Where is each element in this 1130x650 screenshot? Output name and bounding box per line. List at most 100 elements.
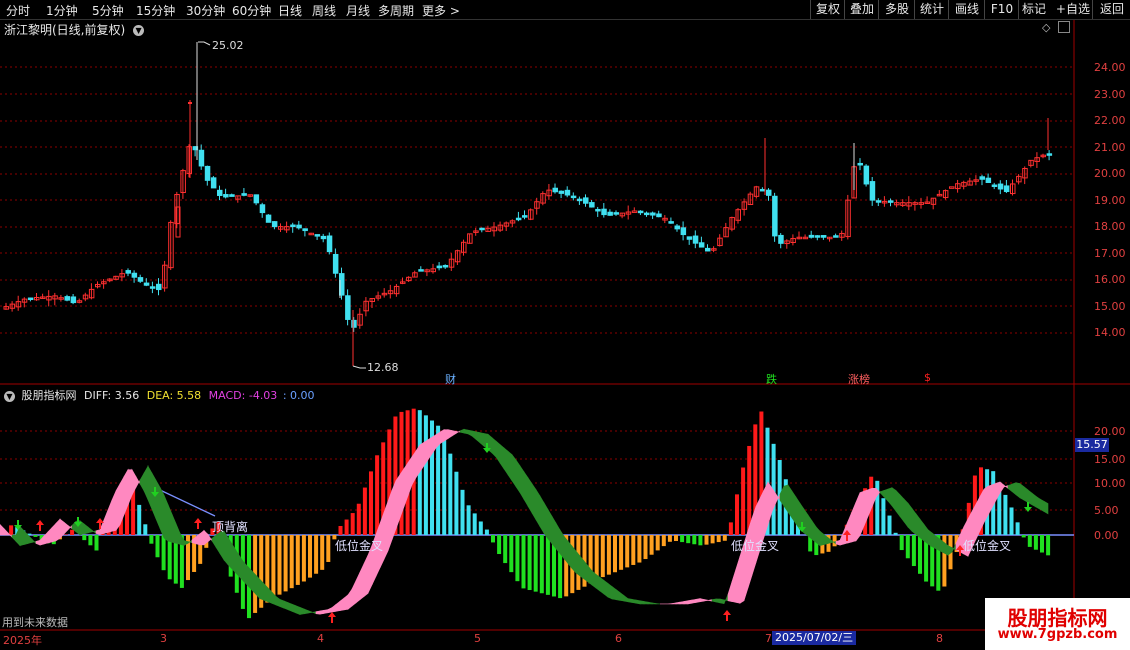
macd-ribbon-segment (43, 531, 49, 545)
macd-ribbon-segment (675, 601, 681, 605)
macd-bar (88, 535, 93, 546)
macd-ribbon-segment (811, 519, 817, 544)
macd-ribbon-segment (463, 428, 469, 435)
macd-ribbon-segment (291, 603, 297, 614)
macd-ribbon-segment (235, 549, 241, 579)
macd-ribbon-segment (287, 602, 293, 612)
macd-ribbon-segment (391, 480, 397, 540)
macd-bar (295, 535, 300, 585)
macd-ribbon-segment (627, 598, 633, 603)
macd-ribbon-segment (115, 482, 121, 532)
macd-ribbon-segment (507, 450, 513, 482)
macd-bar (448, 453, 453, 535)
macd-ribbon-segment (331, 603, 337, 613)
macd-bar (143, 524, 148, 535)
macd-bar (515, 535, 520, 582)
ind-tick-20: 20.00 (1094, 425, 1126, 438)
macd-ribbon-segment (471, 430, 477, 441)
macd-ribbon-segment (791, 490, 797, 525)
chevron-down-icon[interactable]: ▼ (4, 390, 15, 402)
macd-ribbon-segment (835, 539, 841, 546)
event-dollar[interactable]: $ (922, 371, 933, 384)
macd-ribbon-segment (979, 489, 985, 531)
macd-ribbon-segment (139, 472, 145, 492)
macd-ribbon-segment (275, 595, 281, 607)
candle-body (265, 214, 272, 223)
macd-bar (277, 535, 282, 595)
extra-value: : 0.00 (282, 389, 315, 402)
macd-ribbon-segment (719, 598, 725, 605)
macd-bar (478, 521, 483, 535)
kline-chart[interactable]: 25.02 12.68 (0, 0, 1130, 650)
macd-ribbon-segment (547, 508, 553, 545)
macd-ribbon-segment (943, 541, 949, 556)
indicator-title[interactable]: ▼ 股朋指标网 DIFF: 3.56 DEA: 5.58 MACD: -4.03… (4, 387, 315, 403)
candle-body (302, 228, 308, 232)
macd-bar (1015, 522, 1020, 535)
candle-body (204, 165, 211, 181)
macd-ribbon-segment (643, 601, 649, 605)
macd-ribbon-segment (851, 502, 857, 543)
macd-ribbon-segment (63, 521, 69, 535)
macd-bar (161, 535, 166, 571)
macd-bar (619, 535, 624, 570)
macd-ribbon-segment (503, 447, 509, 476)
macd-ribbon-segment (283, 600, 289, 611)
macd-bar (637, 535, 642, 563)
macd-ribbon-segment (279, 598, 285, 609)
macd-ribbon-segment (0, 523, 5, 536)
macd-ribbon-segment (683, 600, 689, 605)
macd-ribbon-segment (251, 570, 257, 596)
x-label-5: 5 (474, 632, 481, 645)
event-drop[interactable]: 跌 (764, 371, 779, 387)
candle-body (674, 225, 680, 230)
candle-body (332, 253, 339, 274)
y-tick-17: 17.00 (1094, 247, 1126, 260)
macd-ribbon-segment (615, 588, 621, 601)
event-limit-up-list[interactable]: 涨榜 (846, 371, 872, 387)
macd-ribbon-segment (343, 594, 349, 611)
macd-ribbon-segment (27, 534, 33, 544)
event-finance[interactable]: 财 (443, 371, 458, 387)
macd-ribbon-segment (803, 508, 809, 537)
macd-bar (680, 535, 685, 543)
macd-ribbon-segment (1031, 492, 1037, 508)
ind-tick-15: 15.00 (1094, 453, 1126, 466)
macd-ribbon-segment (475, 431, 481, 444)
macd-ribbon-segment (991, 482, 997, 508)
macd-ribbon-segment (11, 534, 17, 543)
macd-ribbon-segment (303, 608, 309, 615)
y-tick-24: 24.00 (1094, 61, 1126, 74)
macd-bar (832, 535, 837, 547)
macd-bar (82, 535, 87, 541)
candle-body (857, 162, 863, 166)
macd-ribbon-segment (415, 443, 421, 479)
macd-ribbon-segment (103, 509, 109, 534)
macd-bar (466, 505, 471, 535)
macd-bar (716, 535, 721, 543)
macd-ribbon-segment (923, 523, 929, 545)
macd-bar (356, 503, 361, 535)
macd-ribbon-segment (335, 600, 341, 612)
macd-bar (484, 529, 489, 535)
candle-body (820, 235, 827, 238)
macd-bar (454, 471, 459, 535)
macd-ribbon-segment (479, 432, 485, 447)
macd-bar (64, 534, 68, 535)
macd-ribbon-segment (135, 475, 141, 489)
macd-bar (33, 535, 38, 537)
macd-bar (606, 535, 611, 575)
annotation-golden-cross-3: 低位金叉 (963, 539, 1012, 553)
x-label-4: 4 (317, 632, 324, 645)
macd-ribbon-segment (907, 502, 913, 533)
future-data-note: 用到未来数据 (2, 616, 68, 629)
macd-ribbon-segment (1039, 498, 1045, 513)
macd-ribbon-segment (931, 532, 937, 550)
candle-body (979, 176, 985, 180)
macd-ribbon-segment (451, 430, 457, 437)
macd-bar (545, 535, 550, 595)
macd-bar (94, 535, 99, 551)
macd-ribbon-segment (695, 598, 701, 603)
candle-body (210, 177, 217, 189)
macd-ribbon-segment (91, 529, 97, 535)
